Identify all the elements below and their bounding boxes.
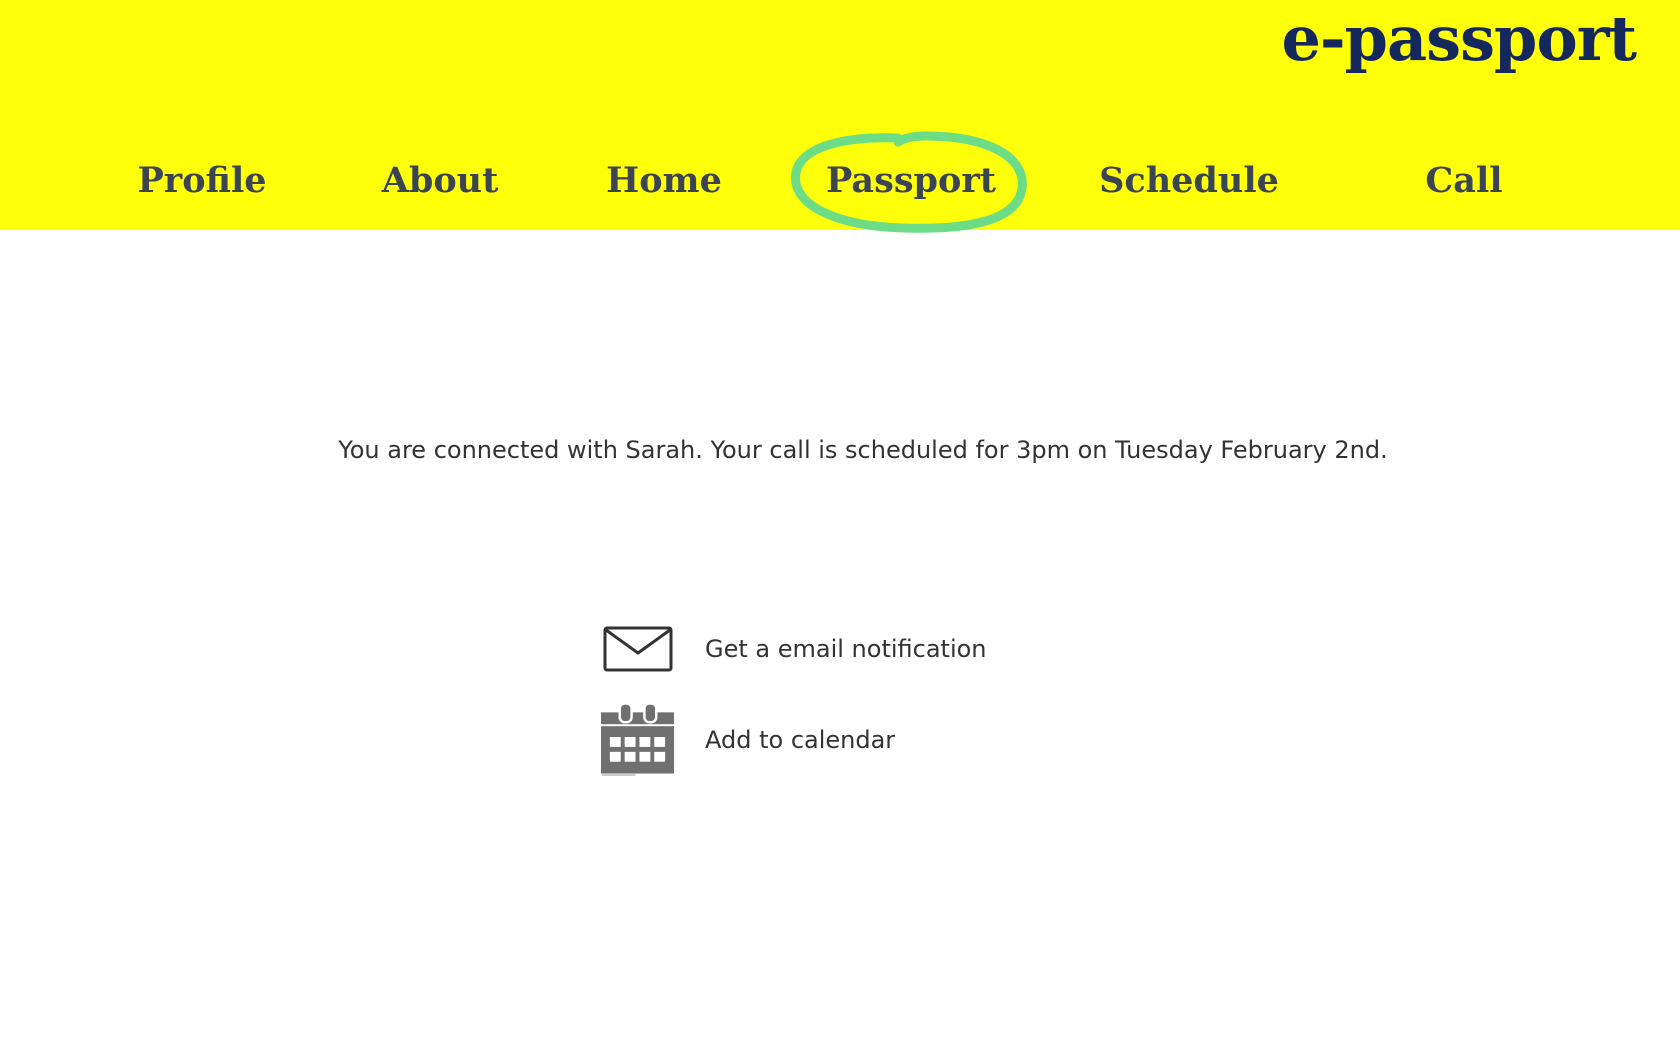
header-bar: e-passport Profile About Home Passport S… [0, 0, 1680, 233]
add-to-calendar-action[interactable]: Add to calendar [600, 700, 895, 780]
add-to-calendar-label[interactable]: Add to calendar [705, 726, 895, 754]
nav-item-passport[interactable]: Passport [826, 156, 996, 206]
nav-item-about[interactable]: About [382, 156, 499, 206]
calendar-icon[interactable] [600, 702, 675, 778]
email-notification-action[interactable]: Get a email notification [600, 609, 987, 689]
connection-message: You are connected with Sarah. Your call … [338, 436, 1388, 464]
email-notification-label[interactable]: Get a email notification [705, 635, 987, 663]
nav-item-schedule[interactable]: Schedule [1099, 156, 1279, 206]
envelope-icon[interactable] [600, 612, 675, 687]
nav-item-home[interactable]: Home [606, 156, 722, 206]
nav-item-call[interactable]: Call [1425, 156, 1502, 206]
nav-item-profile[interactable]: Profile [137, 156, 266, 206]
logo[interactable]: e-passport [1281, 8, 1637, 70]
